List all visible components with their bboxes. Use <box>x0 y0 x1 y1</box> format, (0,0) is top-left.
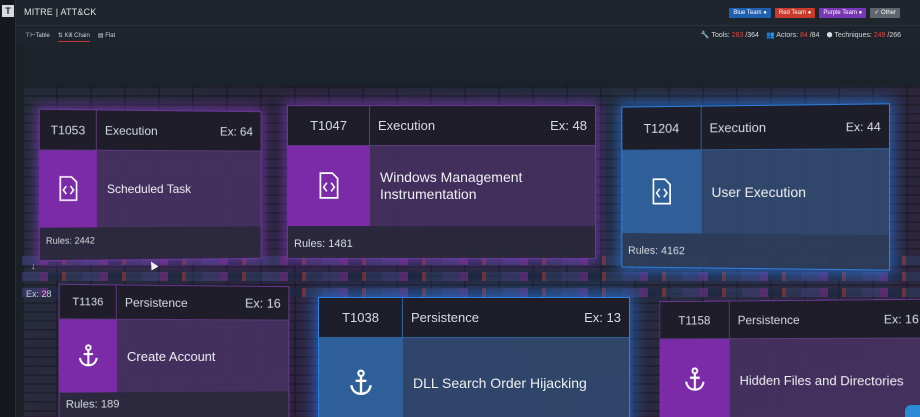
view-toolbar: ⊤⊢Table ⇅ Kill Chain ▤ Flat 🔧 Tools: 283… <box>16 26 920 46</box>
stats-bar: 🔧 Tools: 283 /364 👥 Actors: 84 /84 ⬢ Tec… <box>701 31 901 39</box>
technique-name: Create Account <box>116 319 289 393</box>
actors-stat: 👥 Actors: 84 /84 <box>766 31 820 39</box>
technique-card-t1204[interactable]: T1204 Execution Ex: 44 User Execution Ru… <box>621 103 891 271</box>
script-file-icon <box>288 146 370 226</box>
side-ex-count: Ex: 28 <box>26 289 52 299</box>
left-sidebar: T <box>0 0 16 417</box>
technique-card-t1136[interactable]: T1136 Persistence Ex: 16 Create Account … <box>58 283 290 417</box>
ex-count: Ex: 48 <box>550 118 587 133</box>
tactic-label: Execution <box>709 119 767 136</box>
team-purple-button[interactable]: Purple Team ● <box>819 8 867 18</box>
ex-count: Ex: 16 <box>245 295 281 311</box>
tactic-label: Persistence <box>737 312 800 327</box>
top-bar: MITRE | ATT&CK Blue Team ● Red Team ● Pu… <box>16 0 920 26</box>
table-icon: ⊤⊢ <box>25 33 36 39</box>
ex-count: Ex: 16 <box>883 311 919 327</box>
anchor-icon <box>660 339 730 417</box>
card-header: T1038 Persistence Ex: 13 <box>319 298 629 338</box>
tactic-label: Execution <box>104 123 158 138</box>
rules-count: Rules: 2442 <box>45 235 95 246</box>
technique-id: T1053 <box>39 109 97 150</box>
technique-card-t1053[interactable]: T1053 Execution Ex: 64 Scheduled Task Ru… <box>38 108 262 262</box>
kill-chain-icon: ⇅ <box>57 33 65 39</box>
team-label: Blue Team <box>733 10 762 16</box>
tab-label: Flat <box>105 33 116 39</box>
team-blue-button[interactable]: Blue Team ● <box>729 8 771 18</box>
tools-label: Tools: <box>711 32 730 39</box>
technique-name: User Execution <box>701 149 889 235</box>
techniques-stat: ⬢ Techniques: 249 /266 <box>826 31 901 39</box>
techniques-label: Techniques: <box>834 32 872 39</box>
anchor-icon <box>59 319 117 393</box>
tab-table[interactable]: ⊤⊢Table <box>25 32 50 42</box>
tab-label: Table <box>35 33 50 39</box>
tactic-label: Persistence <box>124 295 188 310</box>
technique-card-t1038[interactable]: T1038 Persistence Ex: 13 DLL Search Orde… <box>318 297 630 417</box>
technique-name: DLL Search Order Hijacking <box>403 338 629 417</box>
tab-kill-chain[interactable]: ⇅ Kill Chain <box>57 32 90 42</box>
technique-id: T1038 <box>319 298 403 337</box>
tools-value: 283 <box>731 32 744 39</box>
anchor-icon <box>319 338 403 417</box>
ex-count: Ex: 64 <box>219 124 253 139</box>
ex-count: Ex: 44 <box>845 119 881 134</box>
techniques-total: /266 <box>887 32 901 39</box>
script-file-icon <box>622 150 702 234</box>
chat-widget-button[interactable] <box>905 405 920 417</box>
technique-name: Scheduled Task <box>96 150 261 228</box>
tactic-label: Execution <box>378 118 436 133</box>
tools-total: /364 <box>745 32 759 39</box>
technique-id: T1158 <box>660 301 730 339</box>
page-title: MITRE | ATT&CK <box>24 7 97 17</box>
down-arrow-icon: ↓ <box>31 261 36 271</box>
rules-count: Rules: 4162 <box>628 244 685 258</box>
team-label: Other <box>880 10 896 16</box>
team-other-button[interactable]: ✓ Other <box>870 8 900 18</box>
team-label: Purple Team <box>823 10 857 16</box>
technique-card-t1158[interactable]: T1158 Persistence Ex: 16 Hidden Files an… <box>659 298 920 417</box>
tab-flat[interactable]: ▤ Flat <box>98 32 115 42</box>
actors-value: 84 <box>799 32 808 39</box>
app-logo[interactable]: T <box>2 5 14 17</box>
actors-icon: 👥 <box>765 32 775 39</box>
card-header: T1053 Execution Ex: 64 <box>39 109 261 152</box>
team-label: Red Team <box>778 10 807 16</box>
ex-count: Ex: 13 <box>584 310 621 325</box>
script-file-icon <box>39 150 97 228</box>
card-header: T1204 Execution Ex: 44 <box>622 104 889 151</box>
technique-name: Windows Management Instrumentation <box>370 146 595 226</box>
tools-stat: 🔧 Tools: 283 /364 <box>701 31 759 39</box>
technique-id: T1204 <box>622 106 702 150</box>
rules-count: Rules: 189 <box>65 398 120 411</box>
actors-label: Actors: <box>776 32 799 39</box>
tactic-label: Persistence <box>411 310 479 325</box>
techniques-value: 249 <box>873 32 886 39</box>
tab-label: Kill Chain <box>64 33 90 39</box>
team-legend: Blue Team ● Red Team ● Purple Team ● ✓ O… <box>729 8 900 18</box>
card-header: T1136 Persistence Ex: 16 <box>59 284 289 321</box>
technique-name: Hidden Files and Directories <box>729 338 920 417</box>
technique-card-t1047[interactable]: T1047 Execution Ex: 48 Windows Managemen… <box>287 105 596 259</box>
view-tabs: ⊤⊢Table ⇅ Kill Chain ▤ Flat <box>25 32 115 42</box>
rules-count: Rules: 1481 <box>294 238 353 250</box>
tactic-band <box>22 272 920 281</box>
techniques-icon: ⬢ <box>826 32 833 39</box>
card-header: T1158 Persistence Ex: 16 <box>660 299 920 340</box>
team-red-button[interactable]: Red Team ● <box>774 8 816 18</box>
technique-id: T1136 <box>59 284 117 319</box>
wrench-icon: 🔧 <box>700 32 710 39</box>
card-header: T1047 Execution Ex: 48 <box>288 106 595 146</box>
actors-total: /84 <box>809 32 820 39</box>
technique-id: T1047 <box>288 106 370 145</box>
